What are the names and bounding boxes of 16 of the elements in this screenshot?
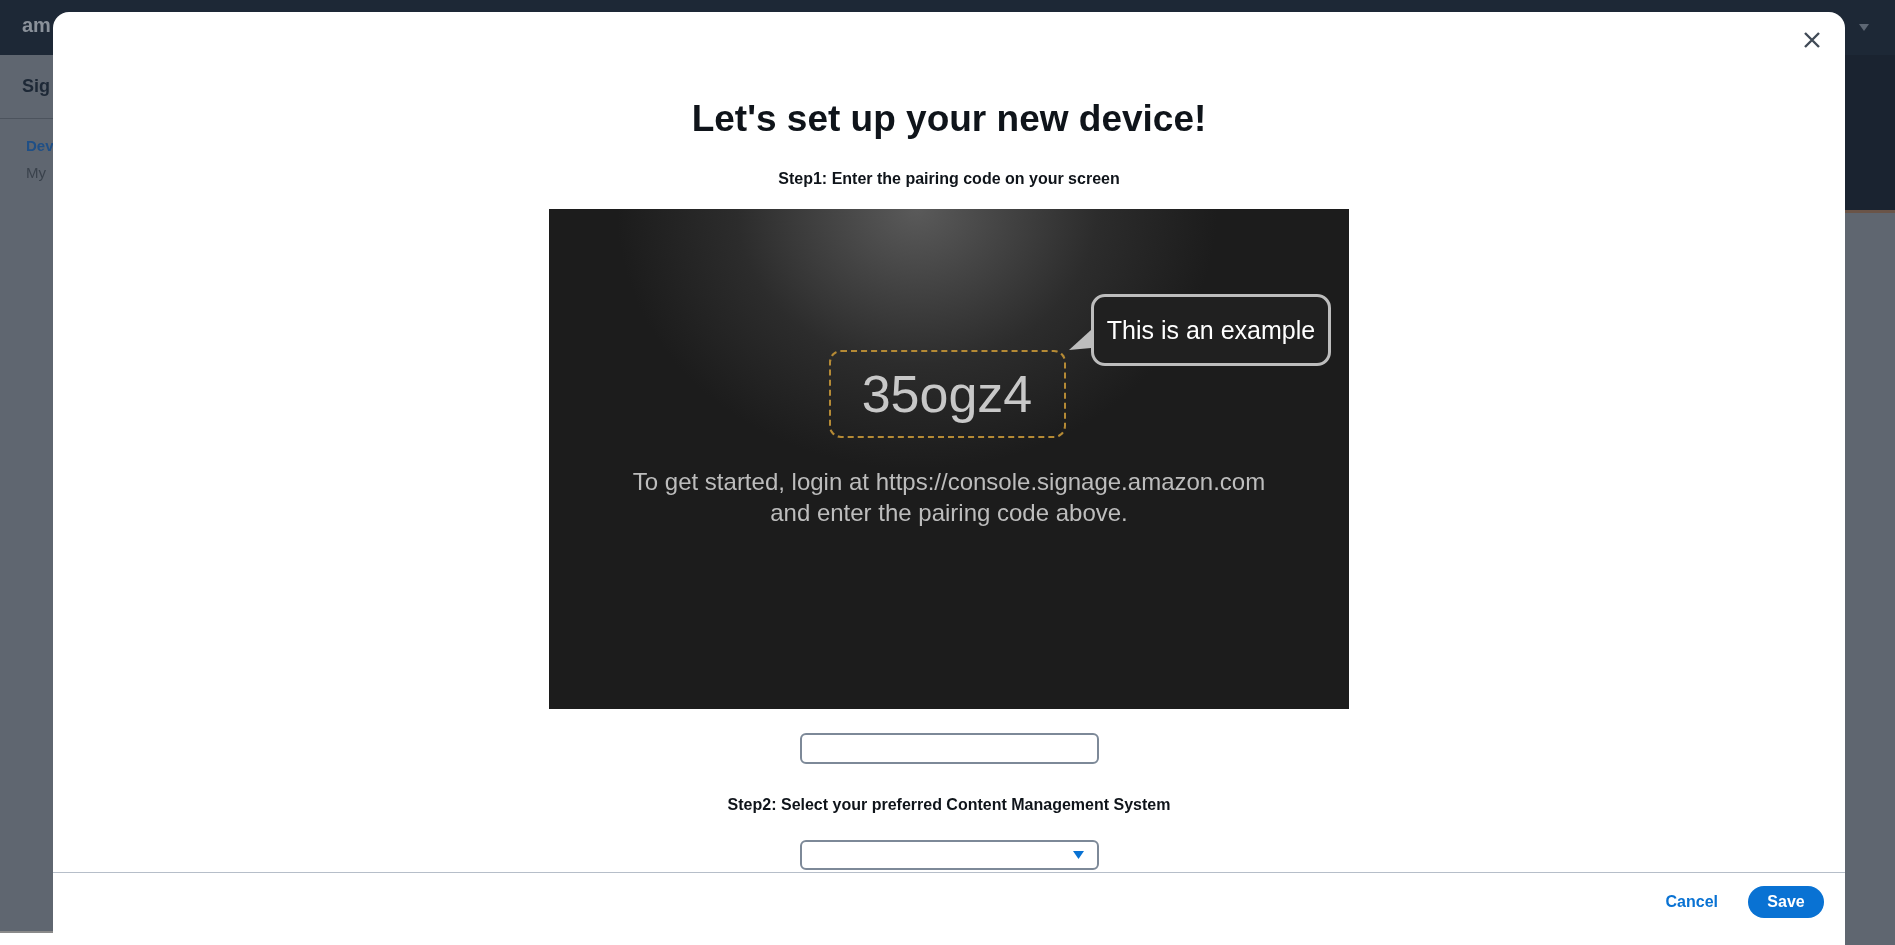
pairing-code: 35ogz4 <box>828 350 1066 438</box>
page-title: Sig <box>22 76 50 97</box>
dialog-title: Let's set up your new device! <box>691 97 1207 141</box>
cancel-button[interactable]: Cancel <box>1665 886 1718 918</box>
close-icon[interactable] <box>1803 31 1821 49</box>
step-label: Step2: Select your preferred Content Management System <box>727 795 1171 815</box>
instruction-line: and enter the pairing code above. <box>770 498 1128 528</box>
step-label: Step1: Enter the pairing code on your screen <box>778 169 1120 189</box>
pairing-code-input[interactable] <box>799 733 1099 764</box>
caret-icon <box>1072 851 1084 859</box>
cms-select[interactable] <box>799 840 1099 870</box>
save-button[interactable]: Save <box>1748 886 1824 918</box>
instruction-line: To get started, login at https://console.signage.amazon.com <box>632 467 1266 497</box>
dropdown-caret-icon[interactable] <box>1859 24 1869 31</box>
callout-bubble: This is an example <box>1091 294 1331 366</box>
logo: am <box>22 14 51 37</box>
